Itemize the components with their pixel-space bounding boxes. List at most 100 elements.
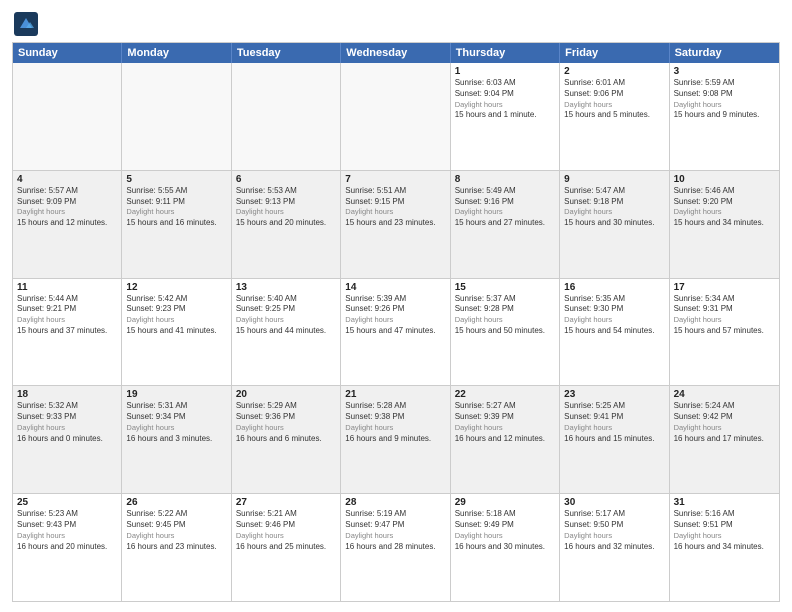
- daylight-label: Daylight hours: [17, 531, 65, 540]
- day-number: 24: [674, 389, 775, 400]
- daylight-label: Daylight hours: [126, 207, 174, 216]
- sunset: Sunset: 9:49 PM: [455, 520, 514, 529]
- sunrise: Sunrise: 5:44 AM: [17, 294, 78, 303]
- cell-info: Sunrise: 5:21 AMSunset: 9:46 PMDaylight …: [236, 509, 336, 552]
- cell-info: Sunrise: 5:17 AMSunset: 9:50 PMDaylight …: [564, 509, 664, 552]
- cell-info: Sunrise: 5:47 AMSunset: 9:18 PMDaylight …: [564, 186, 664, 229]
- day-number: 18: [17, 389, 117, 400]
- cal-cell-22: 22Sunrise: 5:27 AMSunset: 9:39 PMDayligh…: [451, 386, 560, 493]
- header-day-friday: Friday: [560, 43, 669, 63]
- daylight-label: Daylight hours: [17, 315, 65, 324]
- daylight-value: 15 hours and 41 minutes.: [126, 326, 216, 335]
- cell-info: Sunrise: 5:35 AMSunset: 9:30 PMDaylight …: [564, 294, 664, 337]
- daylight-value: 16 hours and 20 minutes.: [17, 542, 107, 551]
- cell-info: Sunrise: 5:55 AMSunset: 9:11 PMDaylight …: [126, 186, 226, 229]
- sunset: Sunset: 9:47 PM: [345, 520, 404, 529]
- sunset: Sunset: 9:21 PM: [17, 304, 76, 313]
- daylight-label: Daylight hours: [674, 207, 722, 216]
- cal-cell-12: 12Sunrise: 5:42 AMSunset: 9:23 PMDayligh…: [122, 279, 231, 386]
- sunset: Sunset: 9:20 PM: [674, 197, 733, 206]
- day-number: 26: [126, 497, 226, 508]
- logo: [12, 10, 44, 38]
- cal-cell-9: 9Sunrise: 5:47 AMSunset: 9:18 PMDaylight…: [560, 171, 669, 278]
- daylight-value: 15 hours and 9 minutes.: [674, 110, 760, 119]
- sunrise: Sunrise: 5:19 AM: [345, 509, 406, 518]
- day-number: 31: [674, 497, 775, 508]
- day-number: 4: [17, 174, 117, 185]
- cell-info: Sunrise: 5:32 AMSunset: 9:33 PMDaylight …: [17, 401, 117, 444]
- daylight-value: 15 hours and 47 minutes.: [345, 326, 435, 335]
- day-number: 25: [17, 497, 117, 508]
- daylight-label: Daylight hours: [126, 531, 174, 540]
- daylight-value: 15 hours and 16 minutes.: [126, 218, 216, 227]
- header-day-thursday: Thursday: [451, 43, 560, 63]
- cell-info: Sunrise: 5:31 AMSunset: 9:34 PMDaylight …: [126, 401, 226, 444]
- cell-info: Sunrise: 5:16 AMSunset: 9:51 PMDaylight …: [674, 509, 775, 552]
- sunset: Sunset: 9:15 PM: [345, 197, 404, 206]
- daylight-label: Daylight hours: [455, 531, 503, 540]
- logo-icon: [12, 10, 40, 38]
- sunrise: Sunrise: 5:31 AM: [126, 401, 187, 410]
- calendar-row-1: 1Sunrise: 6:03 AMSunset: 9:04 PMDaylight…: [13, 63, 779, 171]
- sunset: Sunset: 9:39 PM: [455, 412, 514, 421]
- sunset: Sunset: 9:06 PM: [564, 89, 623, 98]
- sunset: Sunset: 9:38 PM: [345, 412, 404, 421]
- daylight-value: 15 hours and 44 minutes.: [236, 326, 326, 335]
- daylight-value: 15 hours and 20 minutes.: [236, 218, 326, 227]
- daylight-label: Daylight hours: [345, 423, 393, 432]
- sunrise: Sunrise: 5:42 AM: [126, 294, 187, 303]
- day-number: 16: [564, 282, 664, 293]
- cell-info: Sunrise: 5:22 AM Sunset: 9:45 PM Daylight …: [126, 509, 226, 552]
- sunrise: Sunrise: 5:40 AM: [236, 294, 297, 303]
- sunset: Sunset: 9:09 PM: [17, 197, 76, 206]
- sunrise: Sunrise: 6:03 AM: [455, 78, 516, 87]
- sunset: Sunset: 9:23 PM: [126, 304, 185, 313]
- sunrise: Sunrise: 5:57 AM: [17, 186, 78, 195]
- cal-cell-empty-0-1: [122, 63, 231, 170]
- calendar-body: 1Sunrise: 6:03 AMSunset: 9:04 PMDaylight…: [13, 63, 779, 601]
- sunrise: Sunrise: 5:22 AM: [126, 509, 187, 518]
- day-number: 27: [236, 497, 336, 508]
- cell-info: Sunrise: 6:03 AMSunset: 9:04 PMDaylight …: [455, 78, 555, 121]
- cal-cell-empty-0-0: [13, 63, 122, 170]
- daylight-value: 16 hours and 28 minutes.: [345, 542, 435, 551]
- cal-cell-8: 8Sunrise: 5:49 AMSunset: 9:16 PMDaylight…: [451, 171, 560, 278]
- daylight-label: Daylight hours: [674, 315, 722, 324]
- sunset: Sunset: 9:45 PM: [126, 520, 185, 529]
- daylight-value: 15 hours and 57 minutes.: [674, 326, 764, 335]
- sunset: Sunset: 9:30 PM: [564, 304, 623, 313]
- day-number: 30: [564, 497, 664, 508]
- cell-info: Sunrise: 6:01 AMSunset: 9:06 PMDaylight …: [564, 78, 664, 121]
- sunset: Sunset: 9:50 PM: [564, 520, 623, 529]
- daylight-label: Daylight hours: [236, 315, 284, 324]
- cal-cell-20: 20Sunrise: 5:29 AMSunset: 9:36 PMDayligh…: [232, 386, 341, 493]
- day-number: 11: [17, 282, 117, 293]
- sunrise: Sunrise: 5:59 AM: [674, 78, 735, 87]
- sunset: Sunset: 9:28 PM: [455, 304, 514, 313]
- sunset: Sunset: 9:42 PM: [674, 412, 733, 421]
- sunrise: Sunrise: 5:51 AM: [345, 186, 406, 195]
- cal-cell-7: 7Sunrise: 5:51 AMSunset: 9:15 PMDaylight…: [341, 171, 450, 278]
- daylight-value: 16 hours and 0 minutes.: [17, 434, 103, 443]
- day-number: 6: [236, 174, 336, 185]
- daylight-label: Daylight hours: [17, 207, 65, 216]
- day-number: 8: [455, 174, 555, 185]
- day-number: 5: [126, 174, 226, 185]
- day-number: 10: [674, 174, 775, 185]
- sunrise: Sunrise: 5:39 AM: [345, 294, 406, 303]
- daylight-label: Daylight hours: [236, 531, 284, 540]
- cell-info: Sunrise: 5:37 AMSunset: 9:28 PMDaylight …: [455, 294, 555, 337]
- cal-cell-2: 2Sunrise: 6:01 AMSunset: 9:06 PMDaylight…: [560, 63, 669, 170]
- cell-info: Sunrise: 5:39 AMSunset: 9:26 PMDaylight …: [345, 294, 445, 337]
- day-number: 28: [345, 497, 445, 508]
- day-number: 15: [455, 282, 555, 293]
- day-number: 23: [564, 389, 664, 400]
- day-number: 12: [126, 282, 226, 293]
- daylight-value: 16 hours and 25 minutes.: [236, 542, 326, 551]
- cell-info: Sunrise: 5:28 AMSunset: 9:38 PMDaylight …: [345, 401, 445, 444]
- daylight-label: Daylight hours: [17, 423, 65, 432]
- header-day-saturday: Saturday: [670, 43, 779, 63]
- calendar-header: SundayMondayTuesdayWednesdayThursdayFrid…: [13, 43, 779, 63]
- cal-cell-19: 19Sunrise: 5:31 AMSunset: 9:34 PMDayligh…: [122, 386, 231, 493]
- day-number: 9: [564, 174, 664, 185]
